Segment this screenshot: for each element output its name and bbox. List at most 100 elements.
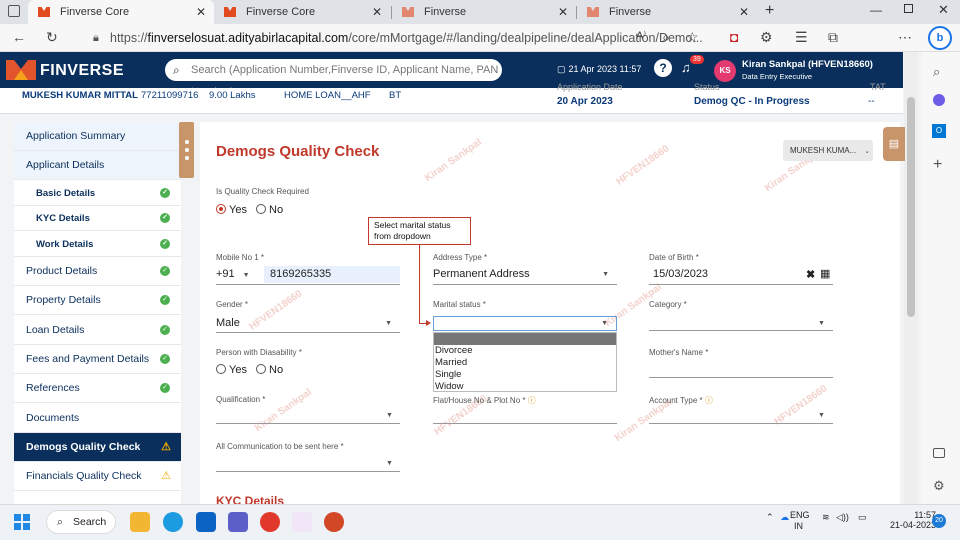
document-panel-icon[interactable]: ▤ (883, 127, 905, 161)
extensions-icon[interactable]: ⚙ (760, 29, 773, 46)
caret-down-icon[interactable]: ▼ (818, 412, 825, 419)
close-window-icon[interactable]: ✕ (938, 2, 949, 18)
sidebar-item-5[interactable]: Product Details ✓ (14, 257, 181, 287)
new-tab-icon[interactable]: + (765, 2, 774, 20)
dropdown-option[interactable]: Divorcee (434, 345, 616, 357)
caret-down-icon[interactable]: ▼ (386, 412, 393, 419)
sidebar-item-label: Property Details (26, 294, 101, 307)
taskbar-clock[interactable]: 11:57 21-04-2023 (890, 510, 936, 530)
collections-icon[interactable]: ⧉ (828, 29, 838, 46)
dropdown-option[interactable]: Married (434, 357, 616, 369)
tab-actions-icon[interactable] (8, 5, 20, 17)
url-field[interactable]: 🔒︎ https://finverselosuat.adityabirlacap… (90, 28, 710, 48)
read-aloud-icon[interactable]: A⁾ (636, 29, 646, 42)
add-sidebar-app-icon[interactable]: + (933, 156, 942, 174)
minimize-icon[interactable]: — (870, 3, 882, 17)
notification-bell-icon[interactable]: ♫ (681, 60, 691, 75)
user-avatar[interactable]: KS (714, 60, 736, 82)
close-tab-icon[interactable]: ✕ (558, 5, 568, 19)
qc-yes-radio[interactable] (216, 204, 226, 214)
user-name[interactable]: Kiran Sankpal (HFVEN18660) (742, 59, 873, 70)
restore-icon[interactable] (904, 4, 913, 13)
applicant-select-button[interactable]: MUKESH KUMA... ⌄ (783, 140, 873, 161)
teams-icon[interactable] (228, 512, 248, 532)
outlook-taskbar-icon[interactable] (196, 512, 216, 532)
collapse-handle[interactable] (179, 122, 194, 178)
page-scrollbar[interactable] (904, 52, 918, 504)
disability-yes-label: Yes (229, 364, 247, 376)
windows-start-icon[interactable] (14, 514, 30, 530)
dob-input[interactable]: 15/03/2023 (653, 268, 708, 280)
caret-down-icon[interactable]: ▼ (386, 460, 393, 467)
sidebar-item-10[interactable]: Documents (14, 404, 181, 433)
info-icon[interactable]: ⓘ (705, 396, 713, 405)
wifi-icon[interactable]: ≋ (822, 512, 830, 523)
gender-select[interactable]: Male ▼ (216, 317, 400, 329)
info-icon[interactable]: ⓘ (528, 396, 536, 405)
dropdown-option[interactable]: Single (434, 369, 616, 381)
refresh-icon[interactable]: ↻ (46, 29, 58, 46)
tab-4[interactable]: Finverse ✕ (577, 0, 757, 24)
mobile-input[interactable]: 8169265335 (264, 266, 400, 283)
zoom-icon[interactable]: ⌕ (662, 29, 670, 46)
taskbar-search[interactable]: ⌕ Search (46, 510, 116, 534)
sidebar-item-4[interactable]: Work Details ✓ (14, 232, 181, 257)
chrome-icon[interactable] (260, 512, 280, 532)
tab-2[interactable]: Finverse Core ✕ (214, 0, 390, 24)
tat-label: TAT (870, 82, 886, 92)
extension-shield-icon[interactable]: ◘ (730, 29, 738, 45)
notification-center-badge[interactable]: 20 (932, 514, 946, 528)
marital-status-select[interactable]: ▼ (433, 316, 617, 331)
sidebar-item-3[interactable]: KYC Details ✓ (14, 206, 181, 232)
favorite-add-icon[interactable]: ☆ (686, 29, 699, 46)
qc-no-radio[interactable] (256, 204, 267, 214)
sidebar-item-7[interactable]: Loan Details ✓ (14, 316, 181, 345)
powerpoint-icon[interactable] (324, 512, 344, 532)
check-circle-icon: ✓ (160, 324, 170, 335)
more-icon[interactable]: ⋯ (898, 29, 912, 46)
sidebar-item-2[interactable]: Basic Details ✓ (14, 181, 181, 206)
close-tab-icon[interactable]: ✕ (196, 5, 206, 19)
volume-icon[interactable]: ◁)) (836, 512, 849, 523)
scrollbar-thumb[interactable] (907, 97, 915, 317)
language-indicator[interactable]: ENG IN (790, 510, 810, 532)
chevron-up-icon[interactable]: ⌃ (766, 512, 774, 522)
sidebar-item-12[interactable]: Financials Quality Check ⚠ (14, 462, 181, 492)
sidebar-toggle-icon[interactable] (933, 448, 945, 458)
favorites-icon[interactable]: ☰ (795, 29, 808, 46)
power-automate-icon[interactable] (292, 512, 312, 532)
disability-no-radio[interactable] (256, 364, 267, 374)
tab-1[interactable]: Finverse Core ✕ (28, 0, 214, 24)
flat-input[interactable] (433, 423, 617, 424)
address-type-select[interactable]: Permanent Address ▼ (433, 268, 617, 280)
settings-gear-icon[interactable]: ⚙ (933, 478, 945, 494)
calendar-icon[interactable]: ▦ (820, 267, 830, 280)
sidebar-item-9[interactable]: References ✓ (14, 374, 181, 404)
close-tab-icon[interactable]: ✕ (739, 5, 749, 19)
caret-down-icon[interactable]: ▼ (818, 320, 825, 327)
back-icon[interactable]: ← (12, 29, 26, 45)
file-explorer-icon[interactable] (130, 512, 150, 532)
country-code-select[interactable]: +91 ▼ (216, 268, 250, 280)
bing-chat-icon[interactable]: b (928, 26, 952, 50)
global-search-input[interactable]: ⌕ Search (Application Number,Finverse ID,… (165, 59, 502, 98)
tab-3[interactable]: Finverse ✕ (392, 0, 576, 24)
sidebar-item-1[interactable]: Applicant Details (14, 151, 181, 181)
copilot-icon[interactable] (933, 94, 945, 106)
disability-yes-radio[interactable] (216, 364, 226, 374)
sidebar-item-8[interactable]: Fees and Payment Details ✓ (14, 345, 181, 374)
edge-browser-icon[interactable] (163, 512, 183, 532)
search-icon[interactable]: ⌕ (933, 64, 940, 80)
battery-icon[interactable]: ▭ (858, 512, 867, 523)
mother-name-input[interactable] (649, 377, 833, 378)
sidebar-item-11[interactable]: Demogs Quality Check ⚠ (14, 432, 181, 462)
close-tab-icon[interactable]: ✕ (372, 5, 382, 19)
help-icon[interactable]: ? (654, 59, 672, 77)
onedrive-icon[interactable]: ☁ (780, 512, 789, 522)
sidebar-item-6[interactable]: Property Details ✓ (14, 286, 181, 316)
dropdown-option-blank[interactable] (434, 333, 616, 345)
dropdown-option[interactable]: Widow (434, 381, 616, 393)
sidebar-item-0[interactable]: Application Summary (14, 122, 181, 151)
outlook-icon[interactable]: O (932, 124, 946, 138)
clear-date-icon[interactable]: ✖ (806, 268, 815, 281)
